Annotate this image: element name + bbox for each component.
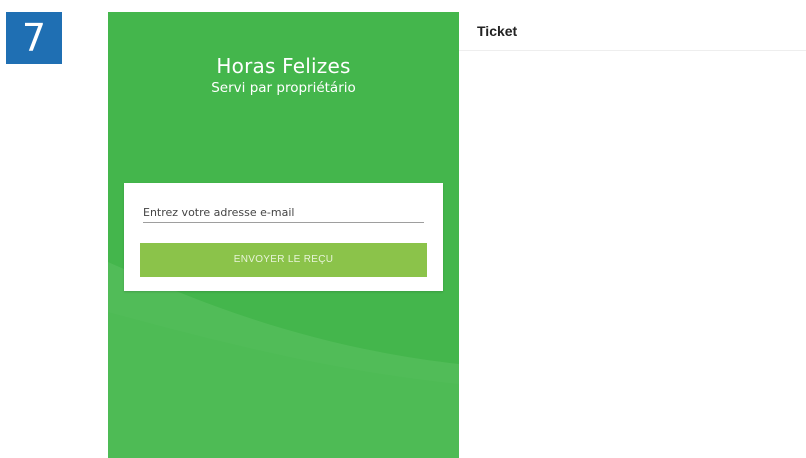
email-field[interactable] [143,205,424,223]
brand-subtitle: Servi par propriétário [211,80,356,96]
send-receipt-button[interactable]: ENVOYER LE REÇU [140,243,427,277]
login-panel: Horas Felizes Servi par propriétário ENV… [108,12,459,458]
ticket-title: Ticket [477,23,518,39]
brand-title: Horas Felizes [216,54,351,78]
step-number-badge: 7 [6,12,62,64]
ticket-header: Ticket [459,12,806,51]
email-receipt-card: ENVOYER LE REÇU [124,183,443,291]
ticket-panel: Ticket [459,12,806,458]
